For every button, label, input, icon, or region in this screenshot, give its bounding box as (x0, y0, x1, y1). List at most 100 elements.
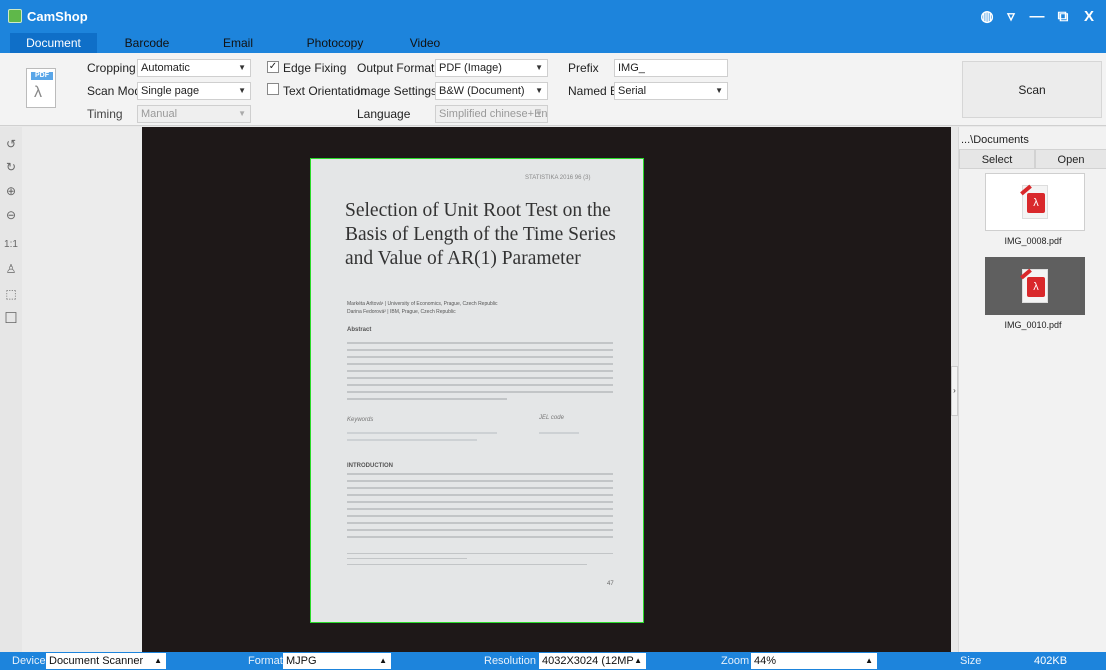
file-thumbnail[interactable]: λ (985, 173, 1085, 231)
image-settings-select[interactable]: B&W (Document) ▼ (435, 82, 548, 100)
prefix-label: Prefix (568, 61, 599, 75)
rotate-right-icon[interactable]: ↻ (3, 159, 19, 175)
tab-photocopy[interactable]: Photocopy (300, 33, 370, 53)
scan-mode-select[interactable]: Single page ▼ (137, 82, 251, 100)
actual-size-icon[interactable]: 1:1 (3, 237, 19, 253)
globe-icon[interactable]: ◍ (976, 7, 998, 27)
text-line (347, 370, 613, 372)
rotate-left-icon[interactable]: ↺ (3, 136, 19, 152)
chevron-down-icon: ▼ (238, 86, 246, 95)
chevron-up-icon: ▲ (634, 656, 642, 665)
select-button[interactable]: Select (959, 149, 1035, 169)
size-value: 402KB (1034, 655, 1068, 667)
close-button[interactable]: X (1078, 7, 1100, 27)
camera-preview[interactable]: STATISTIKA 2016 96 (3) Selection of Unit… (142, 127, 951, 652)
footnote-line (347, 564, 587, 565)
named-by-select[interactable]: Serial ▼ (614, 82, 728, 100)
zoom-select[interactable]: 44% ▲ (751, 653, 877, 669)
file-name[interactable]: IMG_0010.pdf (959, 320, 1106, 330)
text-line (347, 391, 613, 393)
size-label: Size (960, 655, 982, 667)
chevron-down-icon: ▼ (535, 63, 543, 72)
device-value: Document Scanner (49, 655, 144, 667)
timing-label: Timing (87, 107, 123, 121)
menu-dropdown-icon[interactable]: ▿ (1000, 7, 1022, 27)
format-label: Format (248, 655, 283, 667)
chevron-up-icon: ▲ (865, 656, 873, 665)
app-title: CamShop (27, 9, 88, 24)
chevron-down-icon: ▼ (238, 63, 246, 72)
keywords-heading: Keywords (347, 417, 374, 423)
text-line (347, 439, 477, 441)
device-select[interactable]: Document Scanner ▲ (46, 653, 166, 669)
text-line (347, 494, 613, 496)
timing-select[interactable]: Manual ▼ (137, 105, 251, 123)
file-name[interactable]: IMG_0008.pdf (959, 236, 1106, 246)
acrobat-symbol-icon: λ (34, 84, 42, 101)
text-line (347, 342, 613, 344)
open-button[interactable]: Open (1035, 149, 1106, 169)
text-line (347, 480, 613, 482)
zoom-out-icon[interactable]: ⊖ (3, 207, 19, 223)
cropping-select[interactable]: Automatic ▼ (137, 59, 251, 77)
prefix-input[interactable]: IMG_ (614, 59, 728, 77)
author-line: Markéta Arltová¹ | University of Economi… (347, 301, 498, 307)
text-line (347, 508, 613, 510)
zoom-value: 44% (754, 655, 777, 667)
text-line (347, 356, 613, 358)
page-authors: Markéta Arltová¹ | University of Economi… (347, 300, 498, 316)
zoom-in-icon[interactable]: ⊕ (3, 183, 19, 199)
chevron-up-icon: ▲ (154, 656, 162, 665)
collapse-panel-button[interactable]: › (951, 366, 958, 416)
pdf-icon: λ (1020, 268, 1048, 303)
chevron-down-icon: ▼ (715, 86, 723, 95)
tab-video[interactable]: Video (400, 33, 450, 53)
text-line (347, 522, 613, 524)
language-value: Simplified chinese+Eng (439, 108, 548, 120)
resolution-value: 4032X3024 (12MP (542, 655, 634, 667)
timing-value: Manual (141, 108, 178, 120)
text-orientation-checkbox[interactable] (267, 83, 279, 95)
pdf-tag: PDF (31, 72, 53, 80)
output-format-label: Output Format (357, 61, 435, 75)
pdf-icon: λ (1020, 184, 1048, 219)
scan-button[interactable]: Scan (962, 61, 1102, 118)
stamp-icon[interactable]: ♙ (3, 261, 19, 277)
text-line (347, 384, 613, 386)
chevron-up-icon: ▲ (379, 656, 387, 665)
text-line (347, 363, 613, 365)
crop-icon[interactable]: ☐ (3, 311, 19, 327)
left-margin (22, 127, 142, 652)
file-thumbnail-selected[interactable]: λ (985, 257, 1085, 315)
jel-heading: JEL code (539, 415, 564, 421)
text-line (347, 473, 613, 475)
fit-window-icon[interactable]: ⬚ (3, 286, 19, 302)
named-by-value: Serial (618, 85, 647, 97)
tab-email[interactable]: Email (212, 33, 264, 53)
image-settings-label: Image Settings (357, 84, 438, 98)
cropping-label: Cropping (87, 61, 136, 75)
resolution-select[interactable]: 4032X3024 (12MP ▲ (539, 653, 646, 669)
restore-button[interactable]: ⧉ (1052, 7, 1074, 27)
minimize-button[interactable]: — (1026, 7, 1048, 27)
footnote-line (347, 558, 467, 559)
language-label: Language (357, 107, 411, 121)
status-bar: Device Document Scanner ▲ Format MJPG ▲ Re… (0, 652, 1106, 670)
text-orientation-label: Text Orientation (283, 84, 368, 98)
tab-bar: Document Barcode Email Photocopy Video (0, 33, 1106, 53)
cropping-value: Automatic (141, 62, 190, 74)
tab-barcode[interactable]: Barcode (117, 33, 177, 53)
scan-mode-value: Single page (141, 85, 200, 97)
output-format-select[interactable]: PDF (Image) ▼ (435, 59, 548, 77)
zoom-label: Zoom (721, 655, 750, 667)
edge-fixing-checkbox[interactable]: ✓ (267, 61, 279, 73)
pdf-file-icon: PDF λ (26, 68, 56, 108)
language-select[interactable]: Simplified chinese+Eng ▼ (435, 105, 548, 123)
text-line (347, 487, 613, 489)
text-line (347, 432, 497, 434)
format-select[interactable]: MJPG ▲ (283, 653, 391, 669)
side-toolbar: ↺ ↻ ⊕ ⊖ 1:1 ♙ ⬚ ☐ (0, 127, 22, 652)
app-logo-icon (8, 9, 22, 23)
text-line (347, 377, 613, 379)
tab-document[interactable]: Document (10, 33, 97, 53)
